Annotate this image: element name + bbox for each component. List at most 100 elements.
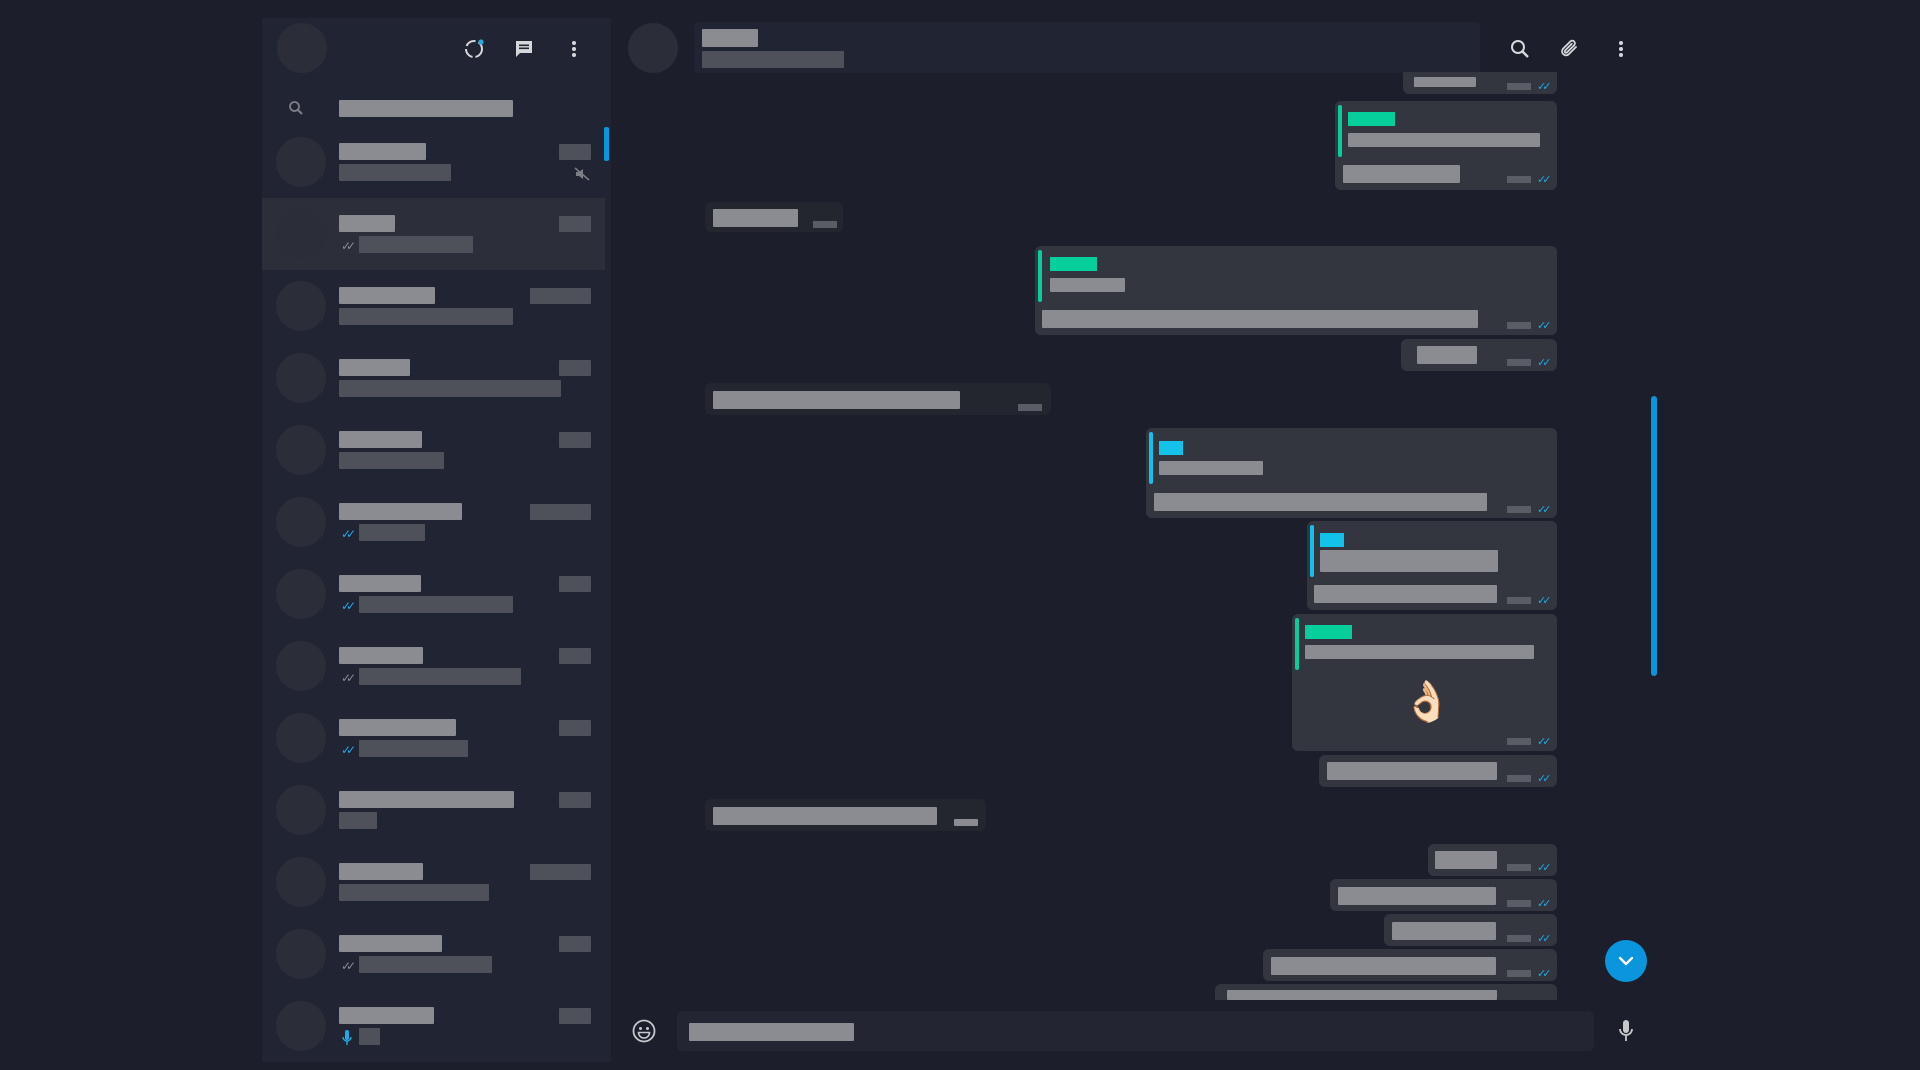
search-icon (288, 100, 304, 120)
microphone-icon (342, 1030, 352, 1050)
reply-author (1305, 625, 1352, 639)
chat-time (530, 864, 591, 880)
chat-name (339, 935, 442, 952)
scroll-to-bottom-button[interactable] (1605, 940, 1647, 982)
message-time (1507, 176, 1531, 183)
message-time (954, 819, 978, 826)
message-outgoing-reply[interactable]: 👌🏻 ✓✓ (1292, 614, 1557, 751)
emoji-icon[interactable] (629, 1016, 659, 1046)
message-outgoing[interactable]: ✓✓ (1401, 339, 1557, 371)
list-item[interactable] (262, 990, 605, 1062)
chat-time (559, 216, 591, 232)
message-text (1314, 585, 1497, 603)
message-outgoing[interactable]: ✓✓ (1428, 844, 1557, 876)
reply-author (1050, 257, 1097, 271)
read-receipt-icon: ✓✓ (341, 743, 356, 757)
sidebar-header (262, 18, 611, 80)
search-icon[interactable] (1505, 34, 1535, 64)
list-item[interactable]: ✓✓ (262, 558, 605, 630)
chat-name (339, 791, 514, 808)
list-item[interactable] (262, 774, 605, 846)
message-incoming[interactable] (705, 383, 1051, 415)
list-item[interactable]: ✓✓ (262, 918, 605, 990)
message-time (1507, 506, 1531, 513)
read-receipt-icon: ✓✓ (1537, 772, 1552, 785)
message-time (1507, 900, 1531, 907)
message-text (1417, 346, 1477, 364)
message-list-scrollbar[interactable] (1651, 396, 1657, 676)
chat-time (559, 576, 591, 592)
list-item[interactable]: ✓✓ (262, 486, 605, 558)
chat-preview (339, 812, 377, 829)
message-text (1414, 77, 1476, 87)
reply-preview (1348, 133, 1540, 147)
message-outgoing[interactable]: ✓✓ (1330, 879, 1557, 911)
list-item[interactable]: ✓✓ (262, 198, 605, 270)
message-incoming[interactable] (705, 202, 843, 232)
message-outgoing-reply[interactable]: ✓✓ (1035, 246, 1557, 335)
list-item[interactable] (262, 414, 605, 486)
avatar (276, 497, 326, 547)
menu-icon[interactable] (1606, 34, 1636, 64)
list-item[interactable]: ✓✓ (262, 702, 605, 774)
message-outgoing-reply[interactable]: ✓✓ (1335, 101, 1557, 190)
message-input[interactable] (677, 1011, 1594, 1051)
search-input[interactable] (339, 100, 513, 117)
contact-info[interactable] (694, 22, 1480, 73)
avatar (276, 641, 326, 691)
list-item[interactable] (262, 126, 605, 198)
message-outgoing[interactable] (1215, 984, 1557, 1000)
chat-name (339, 575, 421, 592)
microphone-icon[interactable] (1611, 1016, 1641, 1046)
list-item[interactable]: ✓✓ (262, 630, 605, 702)
chat-name (339, 359, 410, 376)
status-icon[interactable] (459, 34, 489, 64)
message-text (1435, 851, 1497, 869)
message-outgoing[interactable]: ✓✓ (1263, 949, 1557, 981)
new-chat-icon[interactable] (509, 34, 539, 64)
chat-name (339, 287, 435, 304)
message-outgoing[interactable]: ✓✓ (1403, 72, 1557, 94)
contact-avatar[interactable] (628, 23, 678, 73)
avatar (276, 425, 326, 475)
profile-avatar[interactable] (277, 23, 327, 73)
message-text (1042, 310, 1478, 328)
menu-icon[interactable] (559, 34, 589, 64)
chat-time (559, 936, 591, 952)
chat-time (559, 1008, 591, 1024)
reply-author (1159, 441, 1183, 455)
list-item[interactable] (262, 846, 605, 918)
chat-preview (339, 884, 489, 901)
avatar (276, 137, 326, 187)
avatar (276, 353, 326, 403)
read-receipt-icon: ✓✓ (341, 527, 356, 541)
message-outgoing-reply[interactable]: ✓✓ (1146, 428, 1557, 518)
attach-icon[interactable] (1555, 34, 1585, 64)
avatar (276, 857, 326, 907)
reply-preview (1305, 645, 1534, 659)
message-time (1018, 404, 1042, 411)
read-receipt-icon: ✓✓ (1537, 932, 1552, 945)
read-receipt-icon: ✓✓ (1537, 173, 1552, 186)
message-incoming[interactable] (705, 799, 986, 831)
contact-status (702, 51, 844, 68)
chat-list-scrollbar[interactable] (604, 127, 609, 161)
message-time (1507, 322, 1531, 329)
message-time (1507, 359, 1531, 366)
message-outgoing[interactable]: ✓✓ (1319, 755, 1557, 787)
message-text (713, 209, 798, 227)
chat-name (339, 431, 422, 448)
list-item[interactable] (262, 342, 605, 414)
chat-name (339, 647, 423, 664)
ok-hand-emoji: 👌🏻 (1402, 679, 1452, 725)
read-receipt-icon: ✓✓ (341, 599, 356, 613)
message-time (1507, 775, 1531, 782)
chat-name (339, 503, 462, 520)
search-bar[interactable] (262, 88, 611, 130)
chat-name (339, 143, 426, 160)
message-outgoing-reply[interactable]: ✓✓ (1307, 521, 1557, 610)
message-outgoing[interactable]: ✓✓ (1384, 914, 1557, 946)
chat-time (559, 432, 591, 448)
list-item[interactable] (262, 270, 605, 342)
avatar (276, 785, 326, 835)
